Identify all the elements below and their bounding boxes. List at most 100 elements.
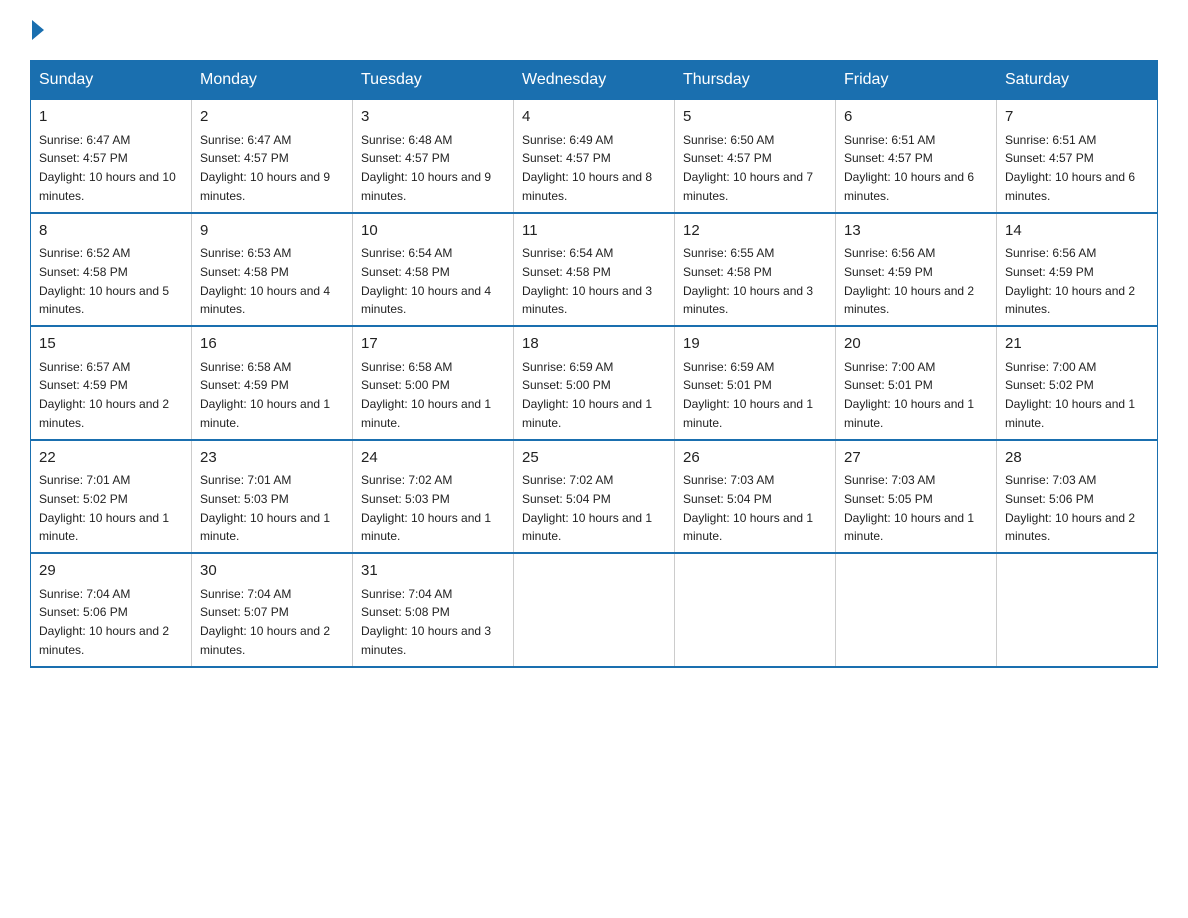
calendar-day-cell: 20 Sunrise: 7:00 AMSunset: 5:01 PMDayligh… [836, 326, 997, 440]
weekday-header: Monday [192, 61, 353, 100]
calendar-week-row: 8 Sunrise: 6:52 AMSunset: 4:58 PMDaylight… [31, 213, 1158, 327]
day-info: Sunrise: 7:04 AMSunset: 5:06 PMDaylight:… [39, 587, 169, 657]
day-info: Sunrise: 6:51 AMSunset: 4:57 PMDaylight:… [1005, 133, 1135, 203]
calendar-day-cell: 19 Sunrise: 6:59 AMSunset: 5:01 PMDayligh… [675, 326, 836, 440]
day-info: Sunrise: 7:00 AMSunset: 5:01 PMDaylight:… [844, 360, 974, 430]
day-number: 12 [683, 220, 827, 243]
day-info: Sunrise: 6:48 AMSunset: 4:57 PMDaylight:… [361, 133, 491, 203]
day-number: 30 [200, 560, 344, 583]
calendar-day-cell: 28 Sunrise: 7:03 AMSunset: 5:06 PMDayligh… [997, 440, 1158, 554]
day-info: Sunrise: 6:57 AMSunset: 4:59 PMDaylight:… [39, 360, 169, 430]
day-number: 19 [683, 333, 827, 356]
day-number: 21 [1005, 333, 1149, 356]
calendar-day-cell: 24 Sunrise: 7:02 AMSunset: 5:03 PMDayligh… [353, 440, 514, 554]
day-number: 24 [361, 447, 505, 470]
day-info: Sunrise: 7:01 AMSunset: 5:02 PMDaylight:… [39, 473, 169, 543]
logo-arrow-icon [32, 20, 44, 40]
weekday-header: Tuesday [353, 61, 514, 100]
calendar-day-cell: 5 Sunrise: 6:50 AMSunset: 4:57 PMDaylight… [675, 100, 836, 213]
day-number: 13 [844, 220, 988, 243]
day-info: Sunrise: 6:53 AMSunset: 4:58 PMDaylight:… [200, 246, 330, 316]
day-info: Sunrise: 6:59 AMSunset: 5:00 PMDaylight:… [522, 360, 652, 430]
calendar-day-cell [675, 553, 836, 667]
calendar-day-cell: 17 Sunrise: 6:58 AMSunset: 5:00 PMDayligh… [353, 326, 514, 440]
day-info: Sunrise: 6:59 AMSunset: 5:01 PMDaylight:… [683, 360, 813, 430]
day-number: 11 [522, 220, 666, 243]
calendar-day-cell: 26Sunrise: 7:03 AMSunset: 5:04 PMDayligh… [675, 440, 836, 554]
weekday-header: Friday [836, 61, 997, 100]
calendar-week-row: 29 Sunrise: 7:04 AMSunset: 5:06 PMDayligh… [31, 553, 1158, 667]
day-number: 20 [844, 333, 988, 356]
calendar-day-cell: 8 Sunrise: 6:52 AMSunset: 4:58 PMDaylight… [31, 213, 192, 327]
day-info: Sunrise: 7:01 AMSunset: 5:03 PMDaylight:… [200, 473, 330, 543]
calendar-day-cell: 30 Sunrise: 7:04 AMSunset: 5:07 PMDayligh… [192, 553, 353, 667]
day-number: 15 [39, 333, 183, 356]
day-number: 14 [1005, 220, 1149, 243]
day-info: Sunrise: 7:02 AMSunset: 5:03 PMDaylight:… [361, 473, 491, 543]
calendar-week-row: 1 Sunrise: 6:47 AMSunset: 4:57 PMDaylight… [31, 100, 1158, 213]
weekday-header-row: SundayMondayTuesdayWednesdayThursdayFrid… [31, 61, 1158, 100]
day-number: 29 [39, 560, 183, 583]
calendar-day-cell: 3 Sunrise: 6:48 AMSunset: 4:57 PMDaylight… [353, 100, 514, 213]
day-number: 10 [361, 220, 505, 243]
day-info: Sunrise: 7:04 AMSunset: 5:07 PMDaylight:… [200, 587, 330, 657]
day-number: 5 [683, 106, 827, 129]
calendar-day-cell: 22Sunrise: 7:01 AMSunset: 5:02 PMDayligh… [31, 440, 192, 554]
weekday-header: Saturday [997, 61, 1158, 100]
calendar-day-cell [836, 553, 997, 667]
calendar-day-cell: 11 Sunrise: 6:54 AMSunset: 4:58 PMDayligh… [514, 213, 675, 327]
calendar-day-cell: 10Sunrise: 6:54 AMSunset: 4:58 PMDayligh… [353, 213, 514, 327]
day-info: Sunrise: 6:56 AMSunset: 4:59 PMDaylight:… [1005, 246, 1135, 316]
day-number: 16 [200, 333, 344, 356]
calendar-table: SundayMondayTuesdayWednesdayThursdayFrid… [30, 60, 1158, 668]
calendar-week-row: 22Sunrise: 7:01 AMSunset: 5:02 PMDayligh… [31, 440, 1158, 554]
calendar-day-cell [997, 553, 1158, 667]
day-number: 6 [844, 106, 988, 129]
day-info: Sunrise: 6:54 AMSunset: 4:58 PMDaylight:… [522, 246, 652, 316]
calendar-week-row: 15 Sunrise: 6:57 AMSunset: 4:59 PMDayligh… [31, 326, 1158, 440]
calendar-day-cell: 2 Sunrise: 6:47 AMSunset: 4:57 PMDaylight… [192, 100, 353, 213]
calendar-day-cell: 25Sunrise: 7:02 AMSunset: 5:04 PMDayligh… [514, 440, 675, 554]
day-number: 23 [200, 447, 344, 470]
logo [30, 20, 44, 40]
day-info: Sunrise: 7:03 AMSunset: 5:06 PMDaylight:… [1005, 473, 1135, 543]
day-info: Sunrise: 7:04 AMSunset: 5:08 PMDaylight:… [361, 587, 491, 657]
calendar-day-cell: 4Sunrise: 6:49 AMSunset: 4:57 PMDaylight… [514, 100, 675, 213]
day-info: Sunrise: 6:58 AMSunset: 5:00 PMDaylight:… [361, 360, 491, 430]
day-number: 9 [200, 220, 344, 243]
day-info: Sunrise: 6:55 AMSunset: 4:58 PMDaylight:… [683, 246, 813, 316]
calendar-day-cell: 12 Sunrise: 6:55 AMSunset: 4:58 PMDayligh… [675, 213, 836, 327]
day-number: 26 [683, 447, 827, 470]
page-header [30, 20, 1158, 40]
calendar-day-cell: 1Sunrise: 6:47 AMSunset: 4:57 PMDaylight… [31, 100, 192, 213]
day-number: 8 [39, 220, 183, 243]
calendar-day-cell: 27Sunrise: 7:03 AMSunset: 5:05 PMDayligh… [836, 440, 997, 554]
calendar-day-cell: 7 Sunrise: 6:51 AMSunset: 4:57 PMDaylight… [997, 100, 1158, 213]
calendar-day-cell: 18 Sunrise: 6:59 AMSunset: 5:00 PMDayligh… [514, 326, 675, 440]
day-number: 7 [1005, 106, 1149, 129]
day-info: Sunrise: 6:47 AMSunset: 4:57 PMDaylight:… [200, 133, 330, 203]
day-number: 1 [39, 106, 183, 129]
day-number: 2 [200, 106, 344, 129]
day-number: 31 [361, 560, 505, 583]
calendar-day-cell: 15 Sunrise: 6:57 AMSunset: 4:59 PMDayligh… [31, 326, 192, 440]
calendar-day-cell: 16Sunrise: 6:58 AMSunset: 4:59 PMDayligh… [192, 326, 353, 440]
calendar-day-cell: 6Sunrise: 6:51 AMSunset: 4:57 PMDaylight… [836, 100, 997, 213]
calendar-day-cell: 13 Sunrise: 6:56 AMSunset: 4:59 PMDayligh… [836, 213, 997, 327]
day-info: Sunrise: 6:56 AMSunset: 4:59 PMDaylight:… [844, 246, 974, 316]
day-info: Sunrise: 6:52 AMSunset: 4:58 PMDaylight:… [39, 246, 169, 316]
day-number: 28 [1005, 447, 1149, 470]
calendar-day-cell: 21Sunrise: 7:00 AMSunset: 5:02 PMDayligh… [997, 326, 1158, 440]
day-info: Sunrise: 7:02 AMSunset: 5:04 PMDaylight:… [522, 473, 652, 543]
weekday-header: Wednesday [514, 61, 675, 100]
day-number: 3 [361, 106, 505, 129]
day-number: 18 [522, 333, 666, 356]
day-info: Sunrise: 6:49 AMSunset: 4:57 PMDaylight:… [522, 133, 652, 203]
day-number: 27 [844, 447, 988, 470]
weekday-header: Sunday [31, 61, 192, 100]
calendar-day-cell: 29 Sunrise: 7:04 AMSunset: 5:06 PMDayligh… [31, 553, 192, 667]
calendar-day-cell: 14 Sunrise: 6:56 AMSunset: 4:59 PMDayligh… [997, 213, 1158, 327]
day-info: Sunrise: 6:50 AMSunset: 4:57 PMDaylight:… [683, 133, 813, 203]
day-number: 17 [361, 333, 505, 356]
weekday-header: Thursday [675, 61, 836, 100]
